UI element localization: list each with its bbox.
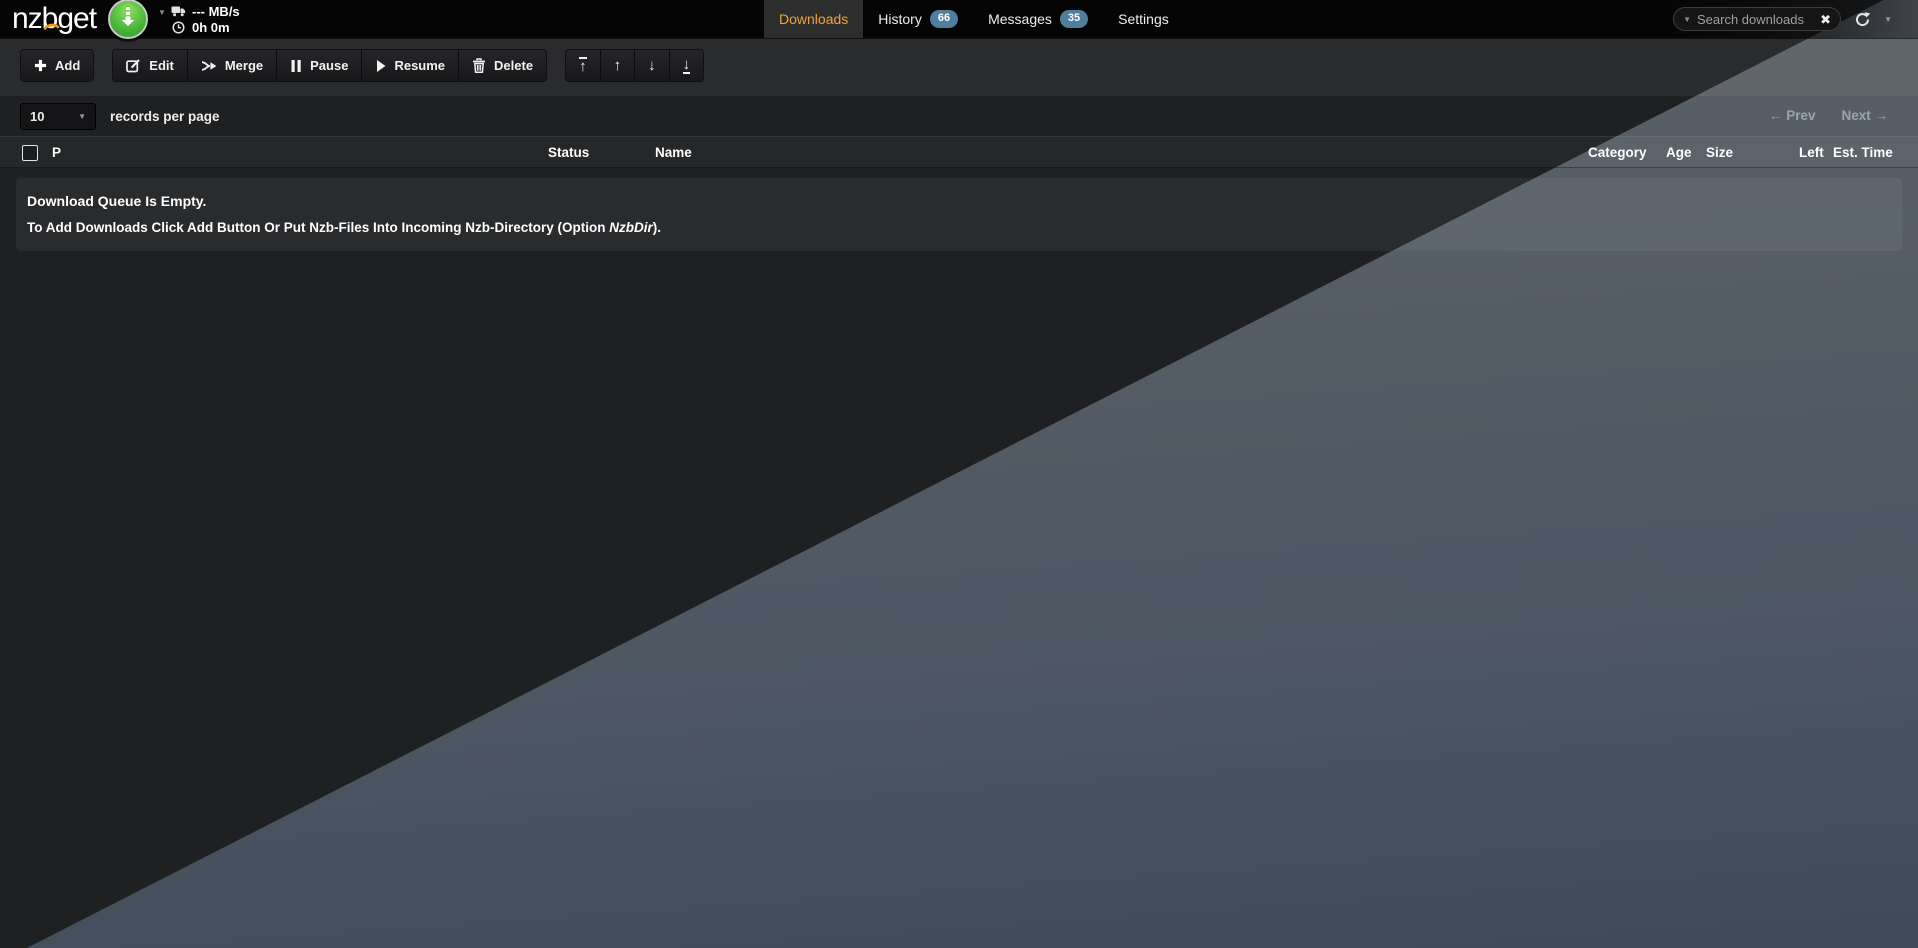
merge-button[interactable]: Merge	[187, 50, 276, 81]
edit-button-label: Edit	[149, 58, 174, 73]
speed-row: --- MB/s	[170, 3, 240, 19]
select-all-checkbox[interactable]	[22, 145, 38, 161]
delete-button-label: Delete	[494, 58, 533, 73]
empty-queue-message-box: Download Queue Is Empty. To Add Download…	[16, 178, 1902, 251]
logo-swoosh-icon	[43, 2, 60, 40]
nav-tabs: Downloads History 66 Messages 35 Setting…	[764, 0, 1184, 38]
edit-icon	[126, 58, 141, 73]
delete-button[interactable]: Delete	[458, 50, 546, 81]
empty-queue-message-text: To Add Downloads Click Add Button Or Put…	[27, 220, 609, 235]
tab-messages-label: Messages	[988, 11, 1052, 27]
tab-settings[interactable]: Settings	[1103, 0, 1184, 38]
pause-button-label: Pause	[310, 58, 348, 73]
prev-page-button[interactable]: ← Prev	[1769, 108, 1816, 123]
download-toggle-button[interactable]	[108, 0, 148, 39]
move-to-bottom-button[interactable]: ↓	[669, 50, 704, 81]
select-caret-icon: ▼	[78, 112, 86, 121]
time-left-row: 0h 0m	[170, 19, 240, 35]
top-navbar: nzbget ▼ --- MB/s	[0, 0, 1918, 38]
tab-downloads-label: Downloads	[779, 11, 848, 27]
add-button[interactable]: Add	[21, 50, 93, 81]
refresh-icon	[1854, 11, 1871, 28]
pagination-controls: ← Prev Next →	[1769, 108, 1888, 123]
empty-queue-option-name: NzbDir	[609, 220, 653, 235]
tab-history[interactable]: History 66	[863, 0, 973, 38]
queue-toolbar: Add Edit Merg	[0, 38, 1918, 96]
merge-icon	[201, 59, 217, 73]
empty-queue-title: Download Queue Is Empty.	[27, 193, 206, 209]
arrow-down-icon: ↓	[648, 57, 656, 74]
search-input[interactable]	[1697, 12, 1814, 27]
records-per-page-label: records per page	[110, 109, 220, 124]
arrow-to-bottom-icon: ↓	[683, 57, 691, 74]
edit-button[interactable]: Edit	[113, 50, 187, 81]
header-priority: P	[52, 145, 61, 160]
pause-icon	[290, 59, 302, 73]
download-arrow-icon	[119, 6, 137, 32]
download-menu-caret-icon[interactable]: ▼	[158, 8, 166, 17]
messages-count-badge: 35	[1060, 10, 1088, 28]
move-down-button[interactable]: ↓	[634, 50, 669, 81]
records-per-page-value: 10	[30, 109, 44, 124]
clock-icon	[170, 21, 186, 34]
queue-table-header: P Status Name Category Age Size Left Est…	[0, 136, 1918, 168]
move-button-group: ↑ ↑ ↓ ↓	[565, 49, 704, 82]
refresh-button[interactable]	[1854, 11, 1871, 28]
search-box: ▼ ✖	[1673, 7, 1841, 31]
header-status: Status	[548, 145, 589, 160]
trash-icon	[472, 58, 486, 73]
truck-icon	[170, 5, 186, 17]
add-button-group: Add	[20, 49, 94, 82]
arrow-up-icon: ↑	[614, 57, 622, 74]
search-options-caret-icon[interactable]: ▼	[1683, 15, 1691, 24]
status-block: --- MB/s 0h 0m	[170, 3, 240, 35]
header-age: Age	[1666, 145, 1692, 160]
merge-button-label: Merge	[225, 58, 263, 73]
resume-button-label: Resume	[394, 58, 445, 73]
app-logo: nzbget	[12, 0, 96, 38]
tab-history-label: History	[878, 11, 922, 27]
add-button-label: Add	[55, 58, 80, 73]
next-page-button[interactable]: Next →	[1841, 108, 1888, 123]
resume-button[interactable]: Resume	[361, 50, 458, 81]
header-name: Name	[655, 145, 692, 160]
play-icon	[375, 59, 386, 73]
plus-icon	[34, 59, 47, 72]
refresh-menu-caret-icon[interactable]: ▼	[1884, 15, 1892, 24]
header-size: Size	[1706, 145, 1733, 160]
tab-messages[interactable]: Messages 35	[973, 0, 1103, 38]
speed-value: --- MB/s	[192, 4, 240, 19]
records-row: 10 ▼ records per page ← Prev Next →	[0, 96, 1918, 136]
tab-settings-label: Settings	[1118, 11, 1169, 27]
move-up-button[interactable]: ↑	[600, 50, 635, 81]
empty-queue-message: To Add Downloads Click Add Button Or Put…	[27, 220, 661, 235]
history-count-badge: 66	[930, 10, 958, 28]
search-area: ▼ ✖ ▼	[1673, 7, 1892, 31]
move-to-top-button[interactable]: ↑	[566, 50, 600, 81]
search-clear-icon[interactable]: ✖	[1820, 13, 1831, 26]
header-category: Category	[1588, 145, 1647, 160]
edit-button-group: Edit Merge Pause	[112, 49, 547, 82]
time-left-value: 0h 0m	[192, 20, 230, 35]
arrow-to-top-icon: ↑	[579, 57, 587, 74]
pause-button[interactable]: Pause	[276, 50, 361, 81]
tab-downloads[interactable]: Downloads	[764, 0, 863, 38]
records-per-page-select[interactable]: 10 ▼	[20, 103, 96, 130]
header-left: Left	[1799, 145, 1824, 160]
empty-queue-message-suffix: ).	[653, 220, 661, 235]
header-est-time: Est. Time	[1833, 145, 1893, 160]
